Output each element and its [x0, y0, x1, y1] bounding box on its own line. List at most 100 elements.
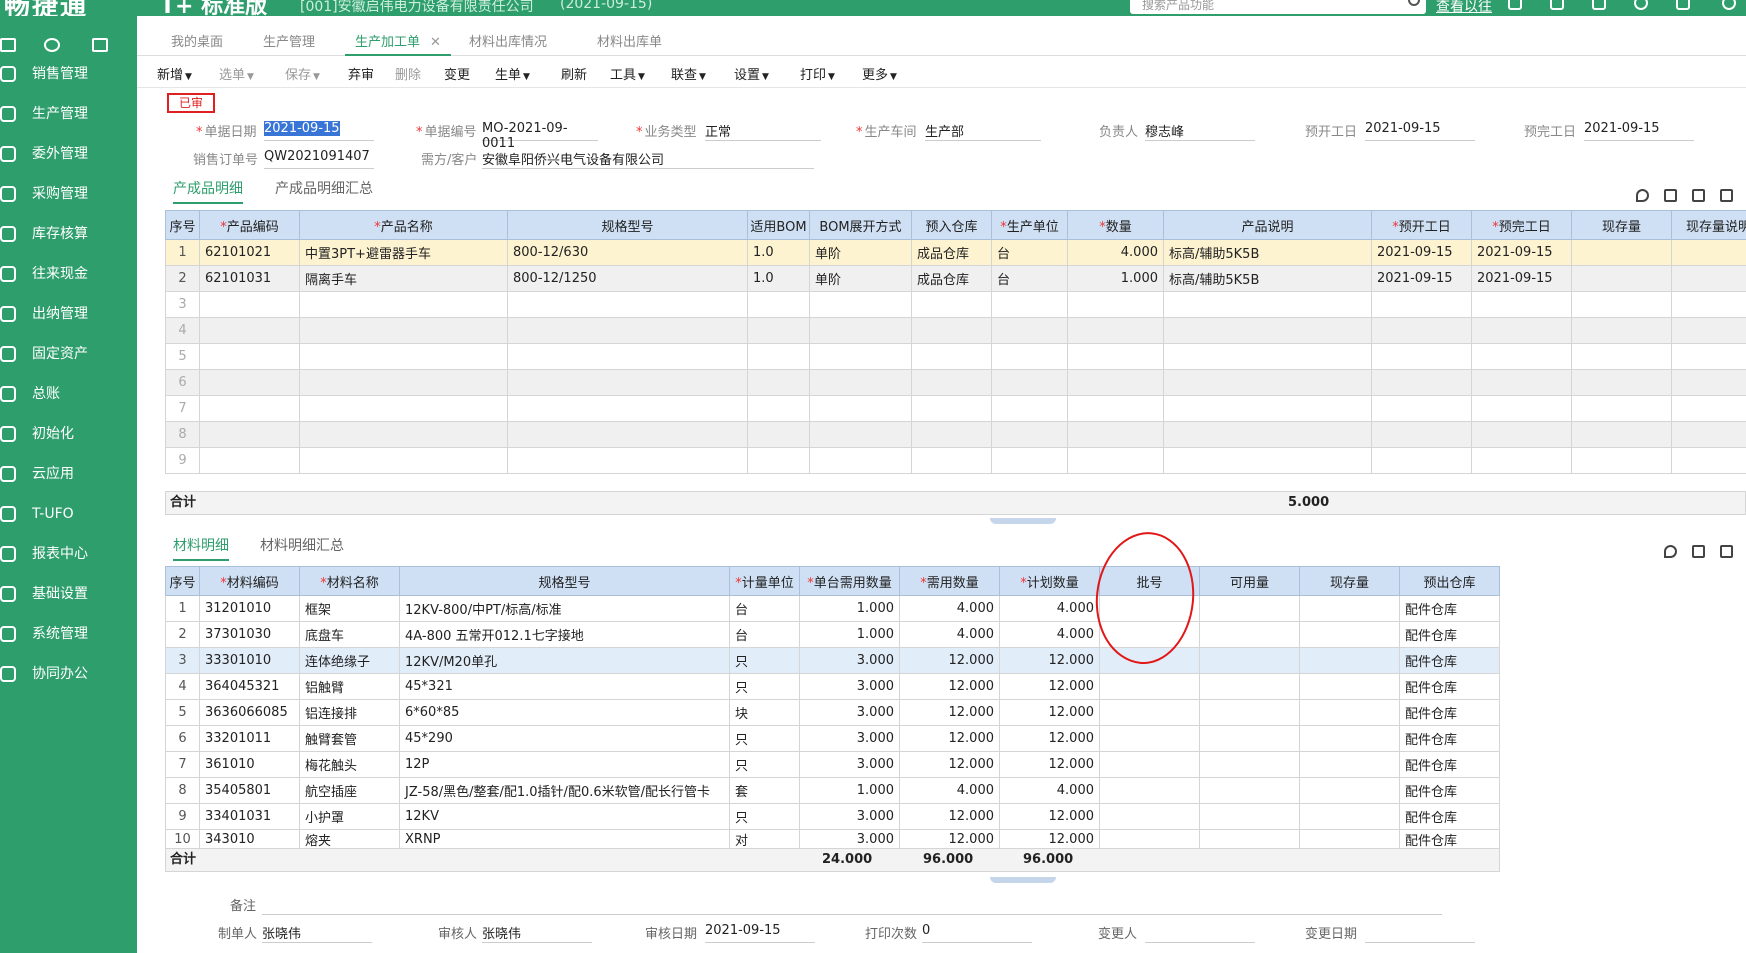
table-cell[interactable]: 4.000 — [899, 621, 1000, 648]
table-cell[interactable]: 33201011 — [199, 725, 300, 752]
column-header[interactable]: 规格型号 — [399, 566, 730, 596]
table-cell[interactable] — [1163, 369, 1372, 396]
table-cell[interactable] — [911, 421, 992, 448]
table-cell[interactable] — [1163, 291, 1372, 318]
table-cell[interactable] — [1471, 395, 1572, 422]
table-cell[interactable]: 小护罩 — [299, 803, 400, 830]
table-cell[interactable] — [199, 395, 300, 422]
remark-field[interactable] — [262, 895, 1442, 915]
table-cell[interactable]: 配件仓库 — [1399, 751, 1500, 778]
table-cell[interactable]: 7 — [165, 751, 200, 778]
search-menu-icon[interactable] — [44, 38, 60, 52]
table-cell[interactable] — [1299, 699, 1400, 726]
table-cell[interactable]: 12.000 — [899, 751, 1000, 778]
table-cell[interactable] — [747, 395, 810, 422]
column-header[interactable]: *计划数量 — [999, 566, 1100, 596]
table-cell[interactable] — [911, 395, 992, 422]
table-row[interactable]: 3 33301010 连体绝缘子 12KV/M20单孔只 3.000 12.000 12.0… — [165, 647, 1500, 674]
table-cell[interactable] — [991, 447, 1068, 474]
table-cell[interactable]: 1.000 — [799, 777, 900, 804]
column-header[interactable]: 序号 — [165, 210, 200, 240]
table-cell[interactable]: 套 — [729, 777, 800, 804]
table-cell[interactable] — [199, 447, 300, 474]
column-header[interactable]: *材料编码 — [199, 566, 300, 596]
table-cell[interactable]: 只 — [729, 803, 800, 830]
table-cell[interactable] — [1471, 343, 1572, 370]
table-cell[interactable] — [1671, 291, 1746, 318]
delete-button[interactable]: 删除 — [395, 64, 421, 83]
location-icon[interactable] — [1664, 545, 1677, 558]
table-cell[interactable] — [1099, 803, 1200, 830]
column-header[interactable]: *材料名称 — [299, 566, 400, 596]
table-row[interactable]: 2 62101031 隔离手车 800-12/1250 1.0 单阶 成品仓库台 1.000 标… — [165, 265, 1746, 292]
table-cell[interactable] — [507, 447, 748, 474]
table-row[interactable]: 9 33401031 小护罩 12KV 只 3.000 12.000 12.000 配件仓库 — [165, 803, 1500, 830]
column-header[interactable]: *预开工日 — [1371, 210, 1472, 240]
settings-icon[interactable] — [1634, 0, 1648, 10]
table-cell[interactable] — [1199, 595, 1300, 622]
sidebar-item[interactable]: 出纳管理 — [0, 294, 137, 334]
table-cell[interactable] — [1571, 317, 1672, 344]
table-cell[interactable]: 4A-800 五常开012.1七字接地 — [399, 621, 730, 648]
table-cell[interactable] — [1067, 291, 1164, 318]
column-header[interactable]: *预完工日 — [1471, 210, 1572, 240]
message-icon[interactable] — [1550, 0, 1564, 10]
table-cell[interactable]: 连体绝缘子 — [299, 647, 400, 674]
table-row[interactable]: 4 — [165, 317, 1746, 344]
table-cell[interactable]: JZ-58/黑色/整套/配1.0插针/配0.6米软管/配长行管卡 — [399, 777, 730, 804]
table-cell[interactable] — [1671, 447, 1746, 474]
table-cell[interactable]: 12.000 — [899, 699, 1000, 726]
biz-type-field[interactable]: 正常 — [705, 121, 821, 141]
table-cell[interactable]: 5 — [165, 699, 200, 726]
table-cell[interactable]: 3.000 — [799, 725, 900, 752]
table-cell[interactable] — [1471, 421, 1572, 448]
table-row[interactable]: 1 62101021 中置3PT+避雷器手车 800-12/630 1.0 单阶 成品仓库台… — [165, 239, 1746, 266]
table-cell[interactable] — [1371, 291, 1472, 318]
table-cell[interactable] — [1067, 343, 1164, 370]
table-cell[interactable] — [1099, 673, 1200, 700]
table-cell[interactable] — [299, 291, 508, 318]
material-detail-tab[interactable]: 材料明细 — [173, 535, 229, 561]
table-cell[interactable]: 框架 — [299, 595, 400, 622]
table-cell[interactable]: 3.000 — [799, 647, 900, 674]
table-cell[interactable]: 1.000 — [799, 595, 900, 622]
table-cell[interactable] — [1671, 343, 1746, 370]
table-cell[interactable] — [911, 291, 992, 318]
sidebar-item[interactable]: 初始化 — [0, 414, 137, 454]
column-header[interactable]: 现存量说明 — [1671, 210, 1746, 240]
table-cell[interactable] — [199, 343, 300, 370]
table-cell[interactable] — [1299, 829, 1400, 850]
table-row[interactable]: 5 3636066085 铝连接排 6*60*85 块 3.000 12.000 12.000… — [165, 699, 1500, 726]
table-cell[interactable] — [747, 317, 810, 344]
table-cell[interactable]: 熔夹 — [299, 829, 400, 850]
table-cell[interactable]: 800-12/1250 — [507, 265, 748, 292]
splitter-handle[interactable] — [990, 877, 1056, 883]
table-cell[interactable] — [1299, 647, 1400, 674]
owner-field[interactable]: 穆志峰 — [1145, 121, 1255, 141]
settings-button[interactable]: 设置 ▼ — [734, 64, 769, 83]
table-cell[interactable]: 单阶 — [809, 239, 912, 266]
table-cell[interactable] — [809, 369, 912, 396]
table-cell[interactable] — [809, 291, 912, 318]
table-cell[interactable]: 37301030 — [199, 621, 300, 648]
table-cell[interactable]: 台 — [729, 621, 800, 648]
table-cell[interactable] — [1671, 369, 1746, 396]
table-cell[interactable] — [1371, 317, 1472, 344]
column-header[interactable]: *产品名称 — [299, 210, 508, 240]
table-cell[interactable] — [299, 421, 508, 448]
table-cell[interactable] — [1067, 447, 1164, 474]
sidebar-item[interactable]: 库存核算 — [0, 214, 137, 254]
table-cell[interactable] — [1571, 395, 1672, 422]
table-cell[interactable] — [1671, 239, 1746, 266]
table-cell[interactable]: 4.000 — [899, 595, 1000, 622]
table-cell[interactable]: 配件仓库 — [1399, 595, 1500, 622]
table-row[interactable]: 6 33201011 触臂套管 45*290 只 3.000 12.000 12.000 配件仓… — [165, 725, 1500, 752]
tab-desktop[interactable]: 我的桌面 — [161, 30, 233, 56]
table-cell[interactable] — [507, 395, 748, 422]
sidebar-item[interactable]: 采购管理 — [0, 174, 137, 214]
table-cell[interactable] — [1299, 621, 1400, 648]
table-cell[interactable]: 12.000 — [999, 803, 1100, 830]
workshop-field[interactable]: 生产部 — [925, 121, 1041, 141]
table-cell[interactable] — [299, 343, 508, 370]
table-cell[interactable]: 3636066085 — [199, 699, 300, 726]
